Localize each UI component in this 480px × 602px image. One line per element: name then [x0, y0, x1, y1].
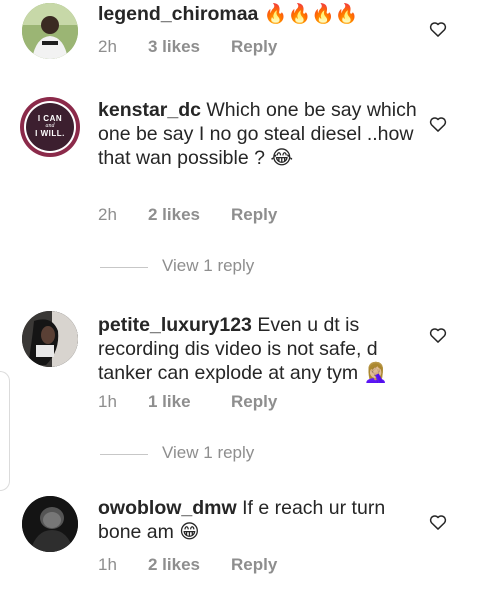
- avatar-image: [22, 311, 78, 367]
- avatar[interactable]: I CAN and I WILL.: [20, 97, 80, 157]
- comment-time: 1h: [98, 555, 117, 574]
- divider: [100, 454, 148, 455]
- comment-meta: 1h 1 like Reply: [98, 392, 277, 412]
- comment-username[interactable]: petite_luxury123: [98, 314, 252, 336]
- comment-meta: 2h 3 likes Reply: [98, 37, 277, 57]
- comment-time: 1h: [98, 392, 117, 411]
- avatar-badge: I CAN and I WILL.: [26, 103, 74, 151]
- view-replies-label[interactable]: View 1 reply: [162, 256, 254, 276]
- comment-time: 2h: [98, 205, 117, 224]
- comment-body: owoblow_dmw If e reach ur turn bone am 😁: [98, 496, 420, 544]
- reply-button[interactable]: Reply: [231, 205, 277, 225]
- comment-username[interactable]: kenstar_dc: [98, 99, 201, 121]
- heart-outline-icon[interactable]: [428, 114, 448, 134]
- comment-body: petite_luxury123 Even u dt is recording …: [98, 313, 420, 385]
- comment-body: legend_chiromaa 🔥🔥🔥🔥: [98, 2, 420, 26]
- edge-handle[interactable]: [0, 371, 10, 491]
- comment-likes[interactable]: 2 likes: [148, 205, 231, 225]
- comment-username[interactable]: legend_chiromaa: [98, 3, 258, 25]
- reply-button[interactable]: Reply: [231, 392, 277, 412]
- heart-outline-icon[interactable]: [428, 19, 448, 39]
- heart-outline-icon[interactable]: [428, 512, 448, 532]
- comment-username[interactable]: owoblow_dmw: [98, 497, 237, 519]
- avatar[interactable]: [22, 3, 78, 59]
- comment-likes[interactable]: 2 likes: [148, 555, 231, 575]
- avatar[interactable]: [22, 496, 78, 552]
- avatar-image: [22, 496, 78, 552]
- reply-button[interactable]: Reply: [231, 555, 277, 575]
- heart-outline-icon[interactable]: [428, 325, 448, 345]
- reply-button[interactable]: Reply: [231, 37, 277, 57]
- comment-likes[interactable]: 1 like: [148, 392, 231, 412]
- avatar-badge-line: I CAN: [37, 114, 63, 123]
- comment-likes[interactable]: 3 likes: [148, 37, 231, 57]
- comment-meta: 2h 2 likes Reply: [98, 205, 277, 225]
- comment-time: 2h: [98, 37, 117, 56]
- comment-body: kenstar_dc Which one be say which one be…: [98, 98, 420, 170]
- divider: [100, 267, 148, 268]
- view-replies-label[interactable]: View 1 reply: [162, 443, 254, 463]
- comment-text: 🔥🔥🔥🔥: [263, 3, 359, 25]
- avatar[interactable]: [22, 311, 78, 367]
- avatar-image: [22, 3, 78, 59]
- avatar-badge-line: I WILL.: [35, 129, 65, 138]
- comment-meta: 1h 2 likes Reply: [98, 555, 277, 575]
